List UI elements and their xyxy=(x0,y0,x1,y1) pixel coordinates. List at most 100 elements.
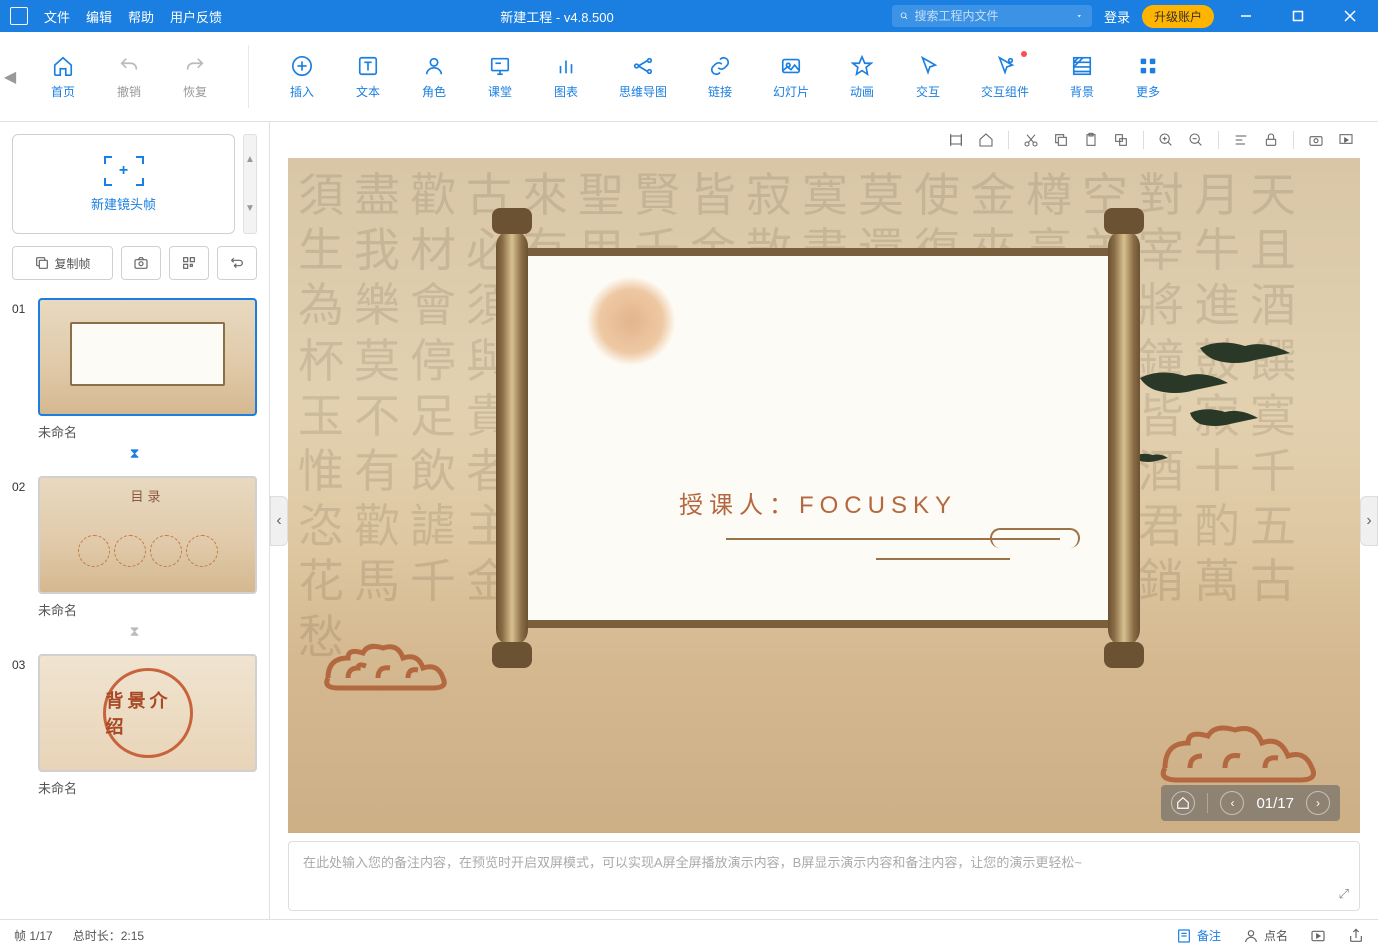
minimize-button[interactable] xyxy=(1226,0,1266,32)
canvas-toolbar xyxy=(270,122,1378,158)
tool-undo[interactable]: 撤销 xyxy=(96,45,162,108)
ctb-present-button[interactable] xyxy=(1332,126,1360,154)
toolbar: ◀ 首页 撤销 恢复 插入 文本 角色 课堂 图表 思维导图 链接 幻灯片 动画… xyxy=(0,32,1378,122)
home-icon xyxy=(978,132,994,148)
play-icon xyxy=(1310,928,1326,944)
menu-edit[interactable]: 编辑 xyxy=(86,7,112,26)
camera-icon xyxy=(133,255,149,271)
camera-button[interactable] xyxy=(121,246,161,280)
notes-icon xyxy=(1176,928,1192,944)
cloud-decoration xyxy=(318,638,458,703)
tool-home[interactable]: 首页 xyxy=(30,45,96,108)
tool-classroom[interactable]: 课堂 xyxy=(467,45,533,108)
zoom-out-icon xyxy=(1188,132,1204,148)
nav-next-button[interactable]: › xyxy=(1306,791,1330,815)
slide-main-text: 授课人：FOCUSKY xyxy=(526,485,1110,520)
new-frame-button[interactable]: + 新建镜头帧 xyxy=(12,134,235,234)
component-icon xyxy=(994,55,1016,77)
slide-thumbnail[interactable]: 背景介绍 xyxy=(38,654,257,772)
upgrade-button[interactable]: 升级账户 xyxy=(1142,5,1214,28)
slide-item-1[interactable]: 01 未命名 ⧗ xyxy=(12,298,257,462)
home-icon xyxy=(52,55,74,77)
search-icon xyxy=(900,8,909,24)
ctb-lock-button[interactable] xyxy=(1257,126,1285,154)
sidebar: + 新建镜头帧 ▲▼ 复制帧 01 未命名 ⧗ 02 xyxy=(0,122,270,919)
ctb-align-button[interactable] xyxy=(1227,126,1255,154)
copy-frame-button[interactable]: 复制帧 xyxy=(12,246,113,280)
qr-button[interactable] xyxy=(169,246,209,280)
cursor-icon xyxy=(917,55,939,77)
ctb-copy-button[interactable] xyxy=(1047,126,1075,154)
status-notes-button[interactable]: 备注 xyxy=(1176,927,1221,944)
tool-mindmap[interactable]: 思维导图 xyxy=(599,45,687,108)
login-link[interactable]: 登录 xyxy=(1104,7,1130,26)
titlebar: 文件 编辑 帮助 用户反馈 新建工程 - v4.8.500 登录 升级账户 xyxy=(0,0,1378,32)
tool-component[interactable]: 交互组件 xyxy=(961,45,1049,108)
text-icon xyxy=(357,55,379,77)
duplicate-icon xyxy=(1113,132,1129,148)
search-box[interactable] xyxy=(892,5,1092,27)
board-icon xyxy=(489,55,511,77)
tool-more[interactable]: 更多 xyxy=(1115,45,1181,108)
search-input[interactable] xyxy=(914,9,1069,23)
menu-feedback[interactable]: 用户反馈 xyxy=(170,7,222,26)
slide-thumbnail[interactable]: 目录 xyxy=(38,476,257,594)
loop-button[interactable] xyxy=(217,246,257,280)
timer-icon[interactable]: ⧗ xyxy=(12,445,257,462)
plus-circle-icon xyxy=(291,55,313,77)
tool-redo[interactable]: 恢复 xyxy=(162,45,228,108)
timer-icon[interactable]: ⧗ xyxy=(12,623,257,640)
toolbar-scroll-left[interactable]: ◀ xyxy=(0,32,20,121)
chart-icon xyxy=(555,55,577,77)
slide-item-3[interactable]: 03 背景介绍 未命名 xyxy=(12,654,257,797)
tool-background[interactable]: 背景 xyxy=(1049,45,1115,108)
tool-chart[interactable]: 图表 xyxy=(533,45,599,108)
ctb-home-button[interactable] xyxy=(972,126,1000,154)
align-icon xyxy=(1233,132,1249,148)
maximize-button[interactable] xyxy=(1278,0,1318,32)
close-button[interactable] xyxy=(1330,0,1370,32)
collapse-right-button[interactable]: › xyxy=(1360,496,1378,546)
ctb-frame-button[interactable] xyxy=(942,126,970,154)
status-duration: 总时长：2:15 xyxy=(73,927,144,944)
copy-icon xyxy=(34,255,50,271)
slide-item-2[interactable]: 02 目录 未命名 ⧗ xyxy=(12,476,257,640)
share-icon xyxy=(1348,928,1364,944)
ctb-cut-button[interactable] xyxy=(1017,126,1045,154)
ctb-zoomin-button[interactable] xyxy=(1152,126,1180,154)
menu-file[interactable]: 文件 xyxy=(44,7,70,26)
canvas-viewport[interactable]: 須盡歡古來聖賢皆寂寞莫使金樽空對月天生我材必有用千金散盡還復來烹羊宰牛且為樂會須… xyxy=(288,158,1360,833)
tool-text[interactable]: 文本 xyxy=(335,45,401,108)
mindmap-icon xyxy=(632,55,654,77)
notes-input[interactable]: 在此处输入您的备注内容，在预览时开启双屏模式，可以实现A屏全屏播放演示内容，B屏… xyxy=(288,841,1360,911)
tool-role[interactable]: 角色 xyxy=(401,45,467,108)
slide-thumbnail[interactable] xyxy=(38,298,257,416)
tool-link[interactable]: 链接 xyxy=(687,45,753,108)
chevron-down-icon[interactable] xyxy=(1075,8,1084,24)
status-roll-button[interactable]: 点名 xyxy=(1243,927,1288,944)
scroll-graphic: 授课人：FOCUSKY xyxy=(498,248,1138,628)
qr-icon xyxy=(181,255,197,271)
sidebar-scroll-handle[interactable]: ▲▼ xyxy=(243,134,257,234)
nav-prev-button[interactable]: ‹ xyxy=(1220,791,1244,815)
star-icon xyxy=(851,55,873,77)
tool-animation[interactable]: 动画 xyxy=(829,45,895,108)
ctb-snapshot-button[interactable] xyxy=(1302,126,1330,154)
nav-home-button[interactable] xyxy=(1171,791,1195,815)
ctb-paste-button[interactable] xyxy=(1077,126,1105,154)
ctb-duplicate-button[interactable] xyxy=(1107,126,1135,154)
ctb-zoomout-button[interactable] xyxy=(1182,126,1210,154)
collapse-left-button[interactable]: ‹ xyxy=(270,496,288,546)
zoom-in-icon xyxy=(1158,132,1174,148)
plus-icon: + xyxy=(119,162,128,180)
status-play-button[interactable] xyxy=(1310,928,1326,944)
tool-slides[interactable]: 幻灯片 xyxy=(753,45,829,108)
expand-icon[interactable]: ⤢ xyxy=(1339,886,1349,902)
tool-insert[interactable]: 插入 xyxy=(269,45,335,108)
status-share-button[interactable] xyxy=(1348,928,1364,944)
loop-icon xyxy=(229,255,245,271)
cut-icon xyxy=(1023,132,1039,148)
status-frame-count: 帧 1/17 xyxy=(14,927,53,944)
tool-interact[interactable]: 交互 xyxy=(895,45,961,108)
menu-help[interactable]: 帮助 xyxy=(128,7,154,26)
